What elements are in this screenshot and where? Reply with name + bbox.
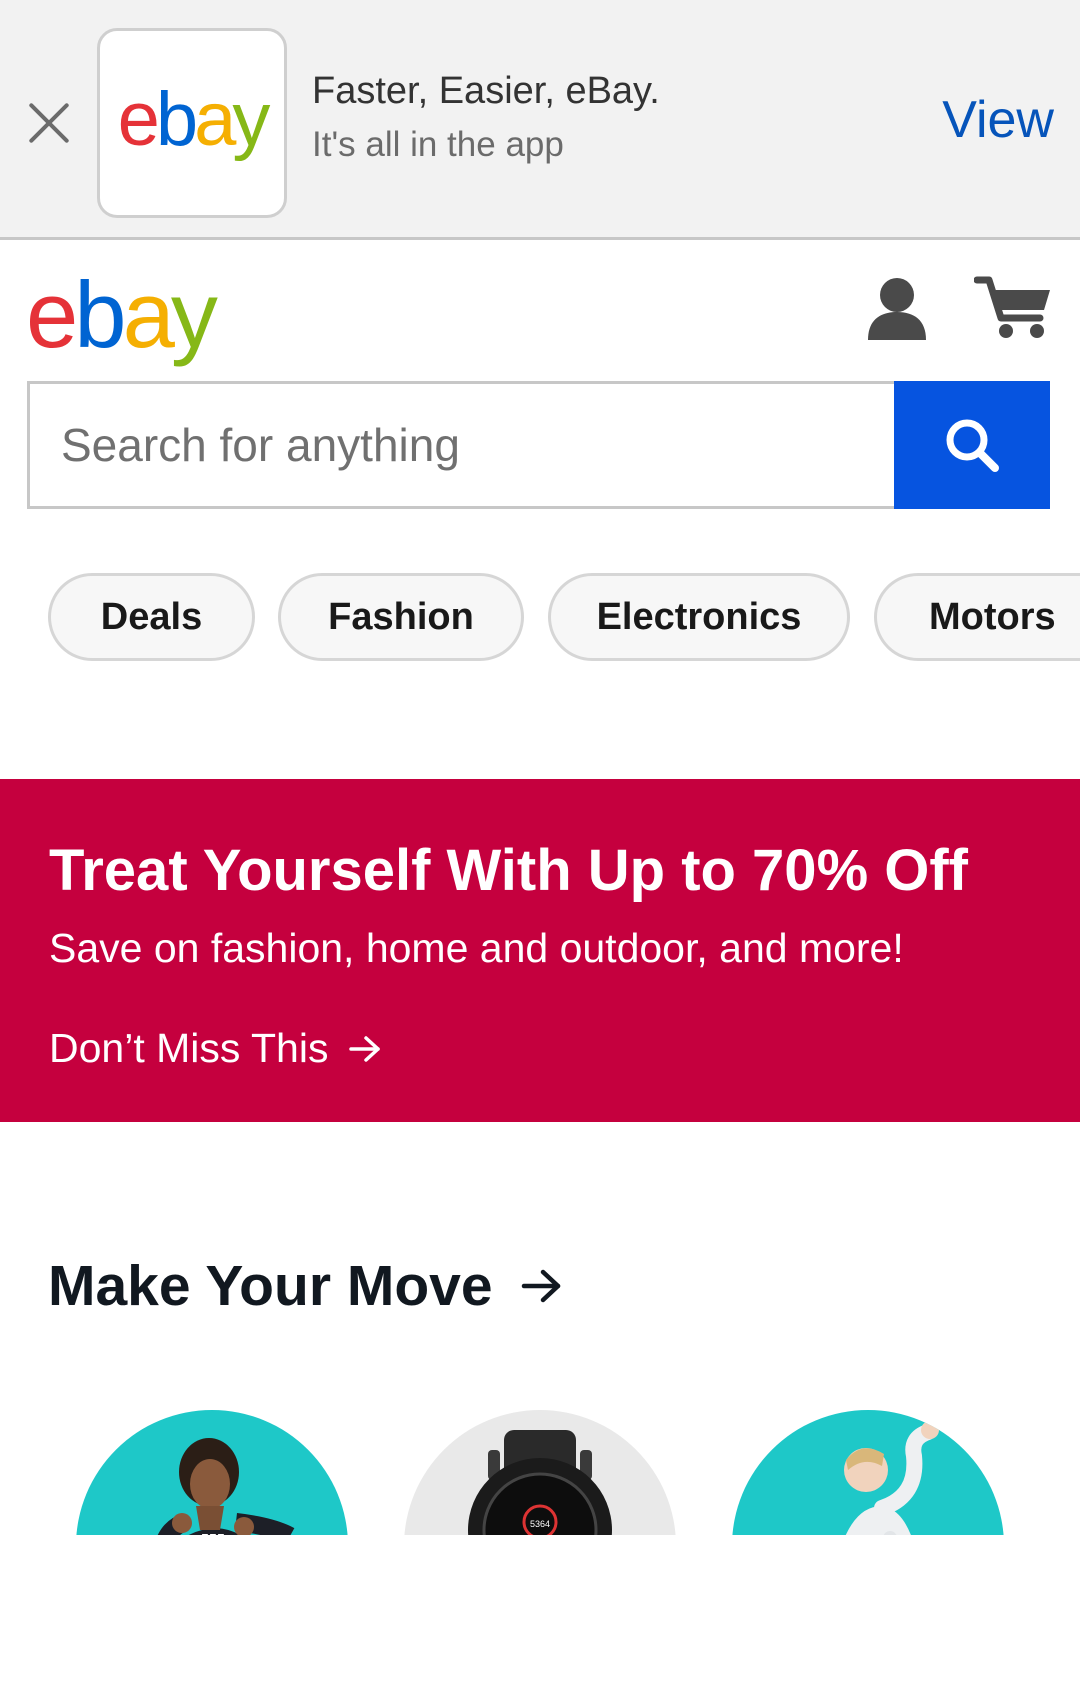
tile-fashion-person[interactable]: [76, 1410, 348, 1535]
category-pill-fashion[interactable]: Fashion: [278, 573, 524, 661]
view-app-button[interactable]: View: [942, 90, 1054, 150]
category-pills: Deals Fashion Electronics Motors: [0, 573, 1080, 663]
section-title-link[interactable]: Make Your Move: [48, 1253, 563, 1319]
athlete-image: [844, 1421, 939, 1535]
search-input[interactable]: [27, 381, 895, 509]
tile-athlete[interactable]: [732, 1410, 1004, 1535]
logo-letter-b: b: [74, 262, 126, 367]
promo-banner: Treat Yourself With Up to 70% Off Save o…: [0, 779, 1080, 1122]
logo-letter-b: b: [155, 77, 198, 162]
ebay-logo: ebay: [118, 82, 271, 158]
promo-link[interactable]: Don’t Miss This: [49, 1025, 382, 1072]
promo-subtitle: Save on fashion, home and outdoor, and m…: [49, 925, 904, 971]
banner-title: Faster, Easier, eBay.: [312, 70, 660, 112]
user-icon[interactable]: [866, 276, 928, 340]
app-icon: ebay: [97, 28, 287, 218]
logo-letter-e: e: [26, 262, 78, 367]
search-button[interactable]: [894, 381, 1050, 509]
category-pill-deals[interactable]: Deals: [48, 573, 255, 661]
banner-subtitle: It's all in the app: [312, 125, 564, 164]
logo-letter-y: y: [232, 77, 270, 162]
category-pill-electronics[interactable]: Electronics: [548, 573, 850, 661]
section-tiles: 5364: [0, 1410, 1080, 1535]
arrow-right-icon: [349, 1035, 381, 1062]
logo-letter-e: e: [117, 77, 160, 162]
search-icon: [946, 419, 999, 472]
logo-letter-y: y: [170, 262, 218, 367]
section-title: Make Your Move: [48, 1254, 493, 1318]
arrow-right-icon: [521, 1269, 560, 1303]
logo-letter-a: a: [194, 77, 236, 162]
logo-letter-a: a: [122, 262, 175, 367]
watch-readout: 5364: [530, 1519, 550, 1529]
person-image: [157, 1438, 295, 1535]
close-icon[interactable]: [26, 100, 72, 146]
category-pill-motors[interactable]: Motors: [874, 573, 1080, 661]
promo-title: Treat Yourself With Up to 70% Off: [49, 838, 968, 903]
cart-icon[interactable]: [974, 274, 1054, 340]
tile-smartwatch[interactable]: 5364: [404, 1410, 676, 1535]
promo-link-label: Don’t Miss This: [49, 1025, 329, 1071]
header-logo[interactable]: ebay: [26, 268, 218, 362]
smartwatch-image: 5364: [468, 1430, 612, 1535]
app-banner: ebay Faster, Easier, eBay. It's all in t…: [0, 0, 1080, 240]
